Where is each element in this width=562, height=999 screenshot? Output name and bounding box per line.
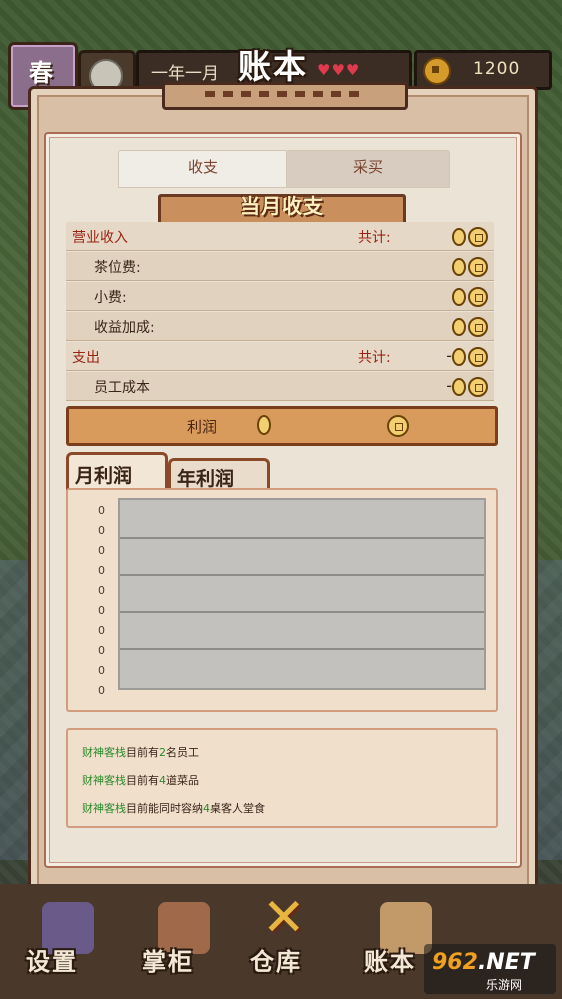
tab-monthly-profit[interactable]: 月利润 (66, 452, 168, 493)
tab-purchase[interactable]: 采买 (286, 150, 450, 188)
grid-line (120, 574, 484, 576)
text: 道菜品 (166, 774, 199, 787)
grid-line (120, 537, 484, 539)
y-tick-label: 0 (98, 604, 105, 617)
profit-label: 利润 (187, 418, 218, 436)
close-button[interactable]: ✕ (256, 888, 312, 948)
staff-count: 2 (159, 746, 166, 759)
watermark-brand-number: 962 (432, 950, 478, 975)
zero-digit-icon (452, 287, 466, 306)
revenue-label: 营业收入 (72, 230, 128, 246)
watermark-sub: 乐游网 (486, 978, 523, 992)
bonus-label: 收益加成: (94, 320, 155, 336)
expense-label: 支出 (72, 350, 100, 366)
y-tick-label: 0 (98, 524, 105, 537)
site-watermark: 962.NET 乐游网 (424, 944, 556, 994)
coin-icon (387, 415, 409, 441)
text: 目前能同时容纳 (126, 802, 203, 815)
y-tick-label: 0 (98, 564, 105, 577)
text: 目前有 (126, 774, 159, 787)
coin-amount: 1200 (473, 59, 521, 79)
zero-digit-icon (452, 377, 466, 396)
tab-income-expense[interactable]: 收支 (118, 150, 288, 188)
revenue-total-label: 共计: (358, 230, 391, 246)
inn-name: 财神客栈 (82, 802, 126, 815)
grid-line (120, 648, 484, 650)
coin-icon (468, 376, 488, 397)
tab-monthly-profit-label: 月利润 (75, 465, 133, 487)
staff-cost-label: 员工成本 (94, 380, 150, 396)
tips-label: 小费: (94, 290, 127, 306)
tab-yearly-profit-label: 年利润 (177, 468, 235, 490)
nav-manager-label: 掌柜 (142, 948, 194, 976)
bonus-value (432, 316, 488, 337)
y-tick-label: 0 (98, 664, 105, 677)
zero-digit-icon (452, 227, 466, 246)
y-tick-label: 0 (98, 644, 105, 657)
coin-icon (468, 226, 488, 247)
coin-icon (468, 346, 488, 367)
expense-total-label: 共计: (358, 350, 391, 366)
zero-digit-icon (452, 257, 466, 276)
coin-icon (468, 316, 488, 337)
tea-fee-row: 茶位费: (66, 252, 494, 281)
zero-digit-icon (257, 415, 271, 435)
inn-name: 财神客栈 (82, 774, 126, 787)
tea-fee-label: 茶位费: (94, 260, 141, 276)
dish-count-line: 财神客栈目前有4道菜品 (82, 772, 199, 788)
season-label: 春 (29, 59, 53, 87)
nav-settings[interactable]: 设置 (14, 884, 124, 984)
revenue-total-value (432, 226, 488, 247)
tips-row: 小费: (66, 282, 494, 311)
inn-summary-panel: 财神客栈目前有2名员工 财神客栈目前有4道菜品 财神客栈目前能同时容纳4桌客人堂… (66, 728, 498, 828)
bonus-row: 收益加成: (66, 312, 494, 341)
zero-digit-icon (452, 317, 466, 336)
coin-icon (468, 286, 488, 307)
dish-count: 4 (159, 774, 166, 787)
profit-value (257, 415, 271, 439)
text: 目前有 (126, 746, 159, 759)
staff-cost-row: 员工成本 - (66, 372, 494, 401)
watermark-brand-suffix: .NET (477, 950, 535, 975)
staff-cost-value: - (432, 376, 488, 397)
expense-total-value: - (432, 346, 488, 367)
nav-manager[interactable]: 掌柜 (130, 884, 240, 984)
grid-line (120, 611, 484, 613)
table-capacity-line: 财神客栈目前能同时容纳4桌客人堂食 (82, 800, 265, 816)
y-tick-label: 0 (98, 584, 105, 597)
profit-chart-panel: 0 0 0 0 0 0 0 0 0 0 (66, 488, 498, 712)
revenue-row: 营业收入 共计: (66, 222, 494, 251)
section-title: 当月收支 (240, 194, 324, 218)
nav-settings-label: 设置 (26, 948, 78, 976)
y-tick-label: 0 (98, 504, 105, 517)
page-title: 账本 (238, 47, 308, 86)
tea-fee-value (432, 256, 488, 277)
profit-bar: 利润 (66, 406, 498, 446)
coin-icon (468, 256, 488, 277)
chart-plot-area (118, 498, 486, 690)
coin-icon (423, 57, 451, 85)
y-tick-label: 0 (98, 544, 105, 557)
tips-value (432, 286, 488, 307)
y-tick-label: 0 (98, 624, 105, 637)
staff-count-line: 财神客栈目前有2名员工 (82, 744, 199, 760)
close-icon: ✕ (262, 888, 306, 948)
coin-counter: 1200 (414, 50, 552, 90)
date-label: 一年一月 (151, 64, 219, 84)
nav-ledger-label: 账本 (364, 948, 416, 976)
table-count: 4 (203, 802, 210, 815)
zero-digit-icon (452, 347, 466, 366)
expense-row: 支出 共计: - (66, 342, 494, 371)
hearts-indicator: ♥♥♥ (317, 61, 361, 79)
y-tick-label: 0 (98, 684, 105, 697)
text: 桌客人堂食 (210, 802, 265, 815)
inn-name: 财神客栈 (82, 746, 126, 759)
text: 名员工 (166, 746, 199, 759)
